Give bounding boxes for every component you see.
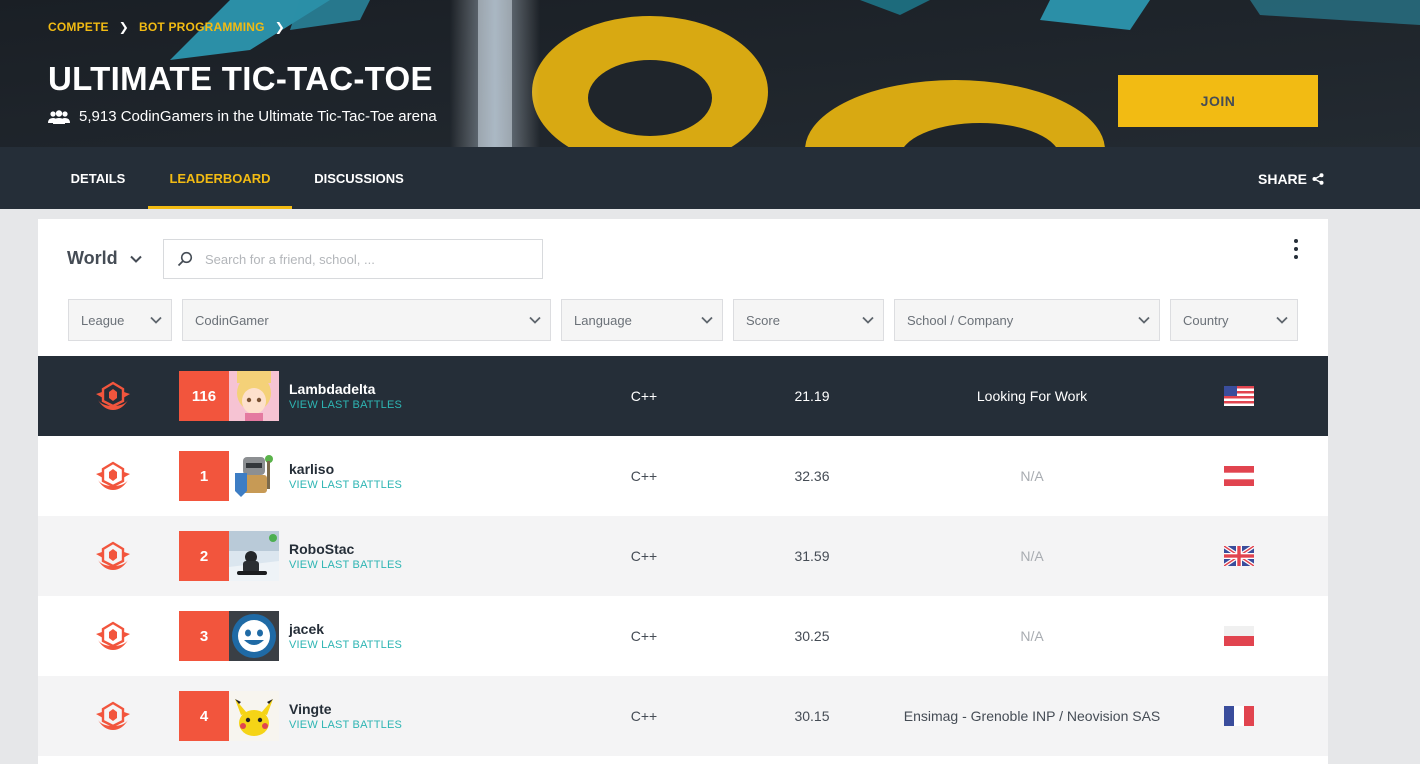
- chevron-down-icon: [529, 316, 541, 324]
- legend-league-icon: [96, 701, 130, 730]
- at-flag-icon: [1224, 466, 1254, 486]
- table-row-current-user: 116 Lambdadelta VIEW LAST BATTLES C++ 21…: [38, 356, 1328, 436]
- player-school: N/A: [1020, 628, 1044, 644]
- player-language: C++: [630, 548, 658, 564]
- chevron-right-icon: ❯: [118, 20, 130, 34]
- arena-header: COMPETE ❯ BOT PROGRAMMING ❯ ULTIMATE TIC…: [0, 0, 1420, 147]
- rank-badge: 3: [179, 611, 229, 661]
- share-icon: [1312, 173, 1324, 185]
- filter-score-label: Score: [746, 312, 780, 328]
- more-options-icon[interactable]: [1288, 239, 1304, 259]
- player-school: N/A: [1020, 468, 1044, 484]
- pl-flag-icon: [1224, 626, 1254, 646]
- player-score: 21.19: [794, 388, 830, 404]
- chevron-right-icon: ❯: [274, 20, 285, 34]
- us-flag-icon: [1224, 386, 1254, 406]
- search-input[interactable]: [205, 251, 535, 267]
- scope-label: World: [67, 248, 118, 268]
- chevron-down-icon: [129, 255, 142, 263]
- rank-badge: 116: [179, 371, 229, 421]
- chevron-down-icon: [701, 316, 713, 324]
- search-icon: [177, 251, 193, 267]
- player-name[interactable]: RoboStac: [289, 541, 354, 557]
- player-name[interactable]: Lambdadelta: [289, 381, 375, 397]
- player-school: Looking For Work: [976, 388, 1088, 404]
- avatar[interactable]: [229, 451, 279, 501]
- rank-badge: 4: [179, 691, 229, 741]
- join-button[interactable]: JOIN: [1118, 75, 1318, 127]
- player-language: C++: [630, 388, 658, 404]
- filter-codingamer[interactable]: CodinGamer: [182, 299, 551, 341]
- search-box: [163, 239, 543, 279]
- filter-language-label: Language: [574, 312, 632, 328]
- tab-leaderboard[interactable]: LEADERBOARD: [148, 147, 292, 209]
- player-school: Ensimag - Grenoble INP / Neovision SAS: [903, 708, 1161, 724]
- legend-league-icon: [96, 381, 130, 410]
- player-score: 30.15: [794, 708, 830, 724]
- filter-league-label: League: [81, 312, 125, 328]
- gb-flag-icon: [1224, 546, 1254, 566]
- player-score: 32.36: [794, 468, 830, 484]
- view-last-battles-link[interactable]: VIEW LAST BATTLES: [289, 399, 402, 411]
- avatar[interactable]: [229, 531, 279, 581]
- filter-score[interactable]: Score: [733, 299, 884, 341]
- tab-bar: DETAILS LEADERBOARD DISCUSSIONS SHARE: [0, 147, 1420, 209]
- player-score: 31.59: [794, 548, 830, 564]
- filter-country[interactable]: Country: [1170, 299, 1298, 341]
- arena-player-count: 5,913 CodinGamers in the Ultimate Tic-Ta…: [48, 108, 437, 125]
- filter-school-company-label: School / Company: [907, 312, 1014, 328]
- player-language: C++: [630, 628, 658, 644]
- breadcrumb-compete[interactable]: COMPETE: [48, 20, 109, 34]
- view-last-battles-link[interactable]: VIEW LAST BATTLES: [289, 559, 402, 571]
- chevron-down-icon: [862, 316, 874, 324]
- view-last-battles-link[interactable]: VIEW LAST BATTLES: [289, 719, 402, 731]
- scope-selector[interactable]: World: [67, 248, 142, 269]
- share-label: SHARE: [1258, 171, 1308, 187]
- breadcrumb: COMPETE ❯ BOT PROGRAMMING ❯: [48, 20, 289, 34]
- player-language: C++: [630, 708, 658, 724]
- avatar[interactable]: [229, 611, 279, 661]
- view-last-battles-link[interactable]: VIEW LAST BATTLES: [289, 639, 402, 651]
- chevron-down-icon: [150, 316, 162, 324]
- table-row: 4 Vingte VIEW LAST BATTLES C++ 30.15 Ens…: [38, 676, 1328, 756]
- player-name[interactable]: jacek: [289, 621, 324, 637]
- filter-school-company[interactable]: School / Company: [894, 299, 1160, 341]
- filter-league[interactable]: League: [68, 299, 172, 341]
- player-name[interactable]: karliso: [289, 461, 334, 477]
- table-row: 3 jacek VIEW LAST BATTLES C++ 30.25 N/A: [38, 596, 1328, 676]
- share-button[interactable]: SHARE: [1258, 171, 1324, 187]
- rank-badge: 1: [179, 451, 229, 501]
- chevron-down-icon: [1138, 316, 1150, 324]
- player-language: C++: [630, 468, 658, 484]
- page-title: ULTIMATE TIC-TAC-TOE: [48, 60, 433, 97]
- player-school: N/A: [1020, 548, 1044, 564]
- player-name[interactable]: Vingte: [289, 701, 332, 717]
- legend-league-icon: [96, 461, 130, 490]
- tab-details[interactable]: DETAILS: [48, 147, 148, 209]
- filter-language[interactable]: Language: [561, 299, 723, 341]
- player-score: 30.25: [794, 628, 830, 644]
- avatar[interactable]: [229, 371, 279, 421]
- legend-league-icon: [96, 621, 130, 650]
- leaderboard-panel: World League CodinGamer Language Score S…: [38, 219, 1328, 764]
- legend-league-icon: [96, 541, 130, 570]
- filter-codingamer-label: CodinGamer: [195, 312, 269, 328]
- tab-discussions[interactable]: DISCUSSIONS: [292, 147, 426, 209]
- avatar[interactable]: [229, 691, 279, 741]
- arena-player-count-text: 5,913 CodinGamers in the Ultimate Tic-Ta…: [79, 108, 437, 125]
- breadcrumb-bot-programming[interactable]: BOT PROGRAMMING: [139, 20, 265, 34]
- filter-country-label: Country: [1183, 312, 1229, 328]
- table-row: 1 karliso VIEW LAST BATTLES C++ 32.36 N/…: [38, 436, 1328, 516]
- table-row: 2 RoboStac VIEW LAST BATTLES C++ 31.59 N…: [38, 516, 1328, 596]
- users-icon: [48, 109, 70, 124]
- rank-badge: 2: [179, 531, 229, 581]
- chevron-down-icon: [1276, 316, 1288, 324]
- fr-flag-icon: [1224, 706, 1254, 726]
- view-last-battles-link[interactable]: VIEW LAST BATTLES: [289, 479, 402, 491]
